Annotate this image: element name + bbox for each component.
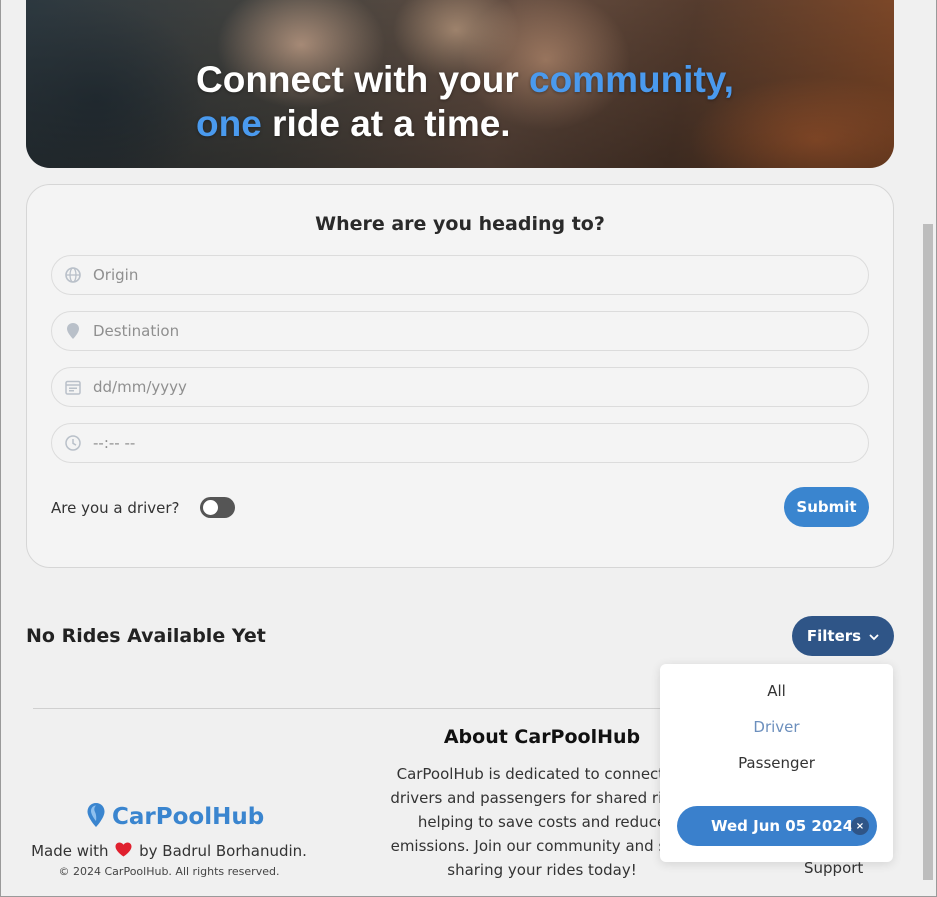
calendar-icon xyxy=(65,379,81,395)
hero-banner: Connect with your community, one ride at… xyxy=(26,0,894,168)
heart-icon xyxy=(115,842,132,861)
date-input[interactable] xyxy=(93,378,813,396)
destination-input[interactable] xyxy=(93,322,813,340)
filters-dropdown: All Driver Passenger Wed Jun 05 2024 × xyxy=(660,664,893,862)
filters-button-label: Filters xyxy=(806,627,862,645)
brand-name: CarPoolHub xyxy=(112,804,265,830)
filter-option-all[interactable]: All xyxy=(660,682,893,700)
origin-field[interactable] xyxy=(51,255,869,295)
globe-icon xyxy=(65,267,81,283)
search-card-title: Where are you heading to? xyxy=(315,213,605,235)
hero-text-2: ride at a time. xyxy=(261,103,511,144)
footer-divider xyxy=(33,708,669,709)
filter-option-driver[interactable]: Driver xyxy=(660,718,893,736)
no-rides-heading: No Rides Available Yet xyxy=(26,625,266,647)
made-with-prefix: Made with xyxy=(31,842,109,860)
submit-button[interactable]: Submit xyxy=(784,487,869,527)
copyright-text: © 2024 CarPoolHub. All rights reserved. xyxy=(58,865,280,878)
scrollbar-thumb[interactable] xyxy=(923,224,933,880)
hero-highlight-2: one xyxy=(196,103,262,144)
filters-button[interactable]: Filters xyxy=(792,616,894,656)
destination-field[interactable] xyxy=(51,311,869,351)
chevron-down-icon xyxy=(869,627,879,645)
search-card: Where are you heading to? Are you a driv… xyxy=(26,184,894,568)
made-with-text: Made with by Badrul Borhanudin. xyxy=(0,842,338,861)
about-title: About CarPoolHub xyxy=(443,726,641,748)
hero-text-1: Connect with your xyxy=(196,59,529,100)
pin-logo-icon xyxy=(86,803,106,831)
about-text: CarPoolHub is dedicated to connecting dr… xyxy=(390,765,694,879)
hero-title: Connect with your community, one ride at… xyxy=(196,58,836,146)
driver-toggle-label: Are you a driver? xyxy=(51,499,180,517)
close-icon[interactable]: × xyxy=(851,817,869,835)
origin-input[interactable] xyxy=(93,266,813,284)
filter-option-passenger[interactable]: Passenger xyxy=(660,754,893,772)
time-input[interactable] xyxy=(93,434,813,452)
page-scrollbar[interactable] xyxy=(919,0,936,896)
date-filter-chip[interactable]: Wed Jun 05 2024 × xyxy=(677,806,877,846)
driver-toggle[interactable] xyxy=(200,497,235,518)
time-field[interactable] xyxy=(51,423,869,463)
hero-highlight-1: community, xyxy=(529,59,734,100)
date-field[interactable] xyxy=(51,367,869,407)
toggle-knob xyxy=(203,500,218,515)
date-chip-label: Wed Jun 05 2024 xyxy=(711,817,854,835)
footer-brand: CarPoolHub xyxy=(86,803,264,831)
clock-icon xyxy=(65,435,81,451)
map-pin-icon xyxy=(65,323,81,339)
made-with-suffix: by Badrul Borhanudin. xyxy=(139,842,307,860)
